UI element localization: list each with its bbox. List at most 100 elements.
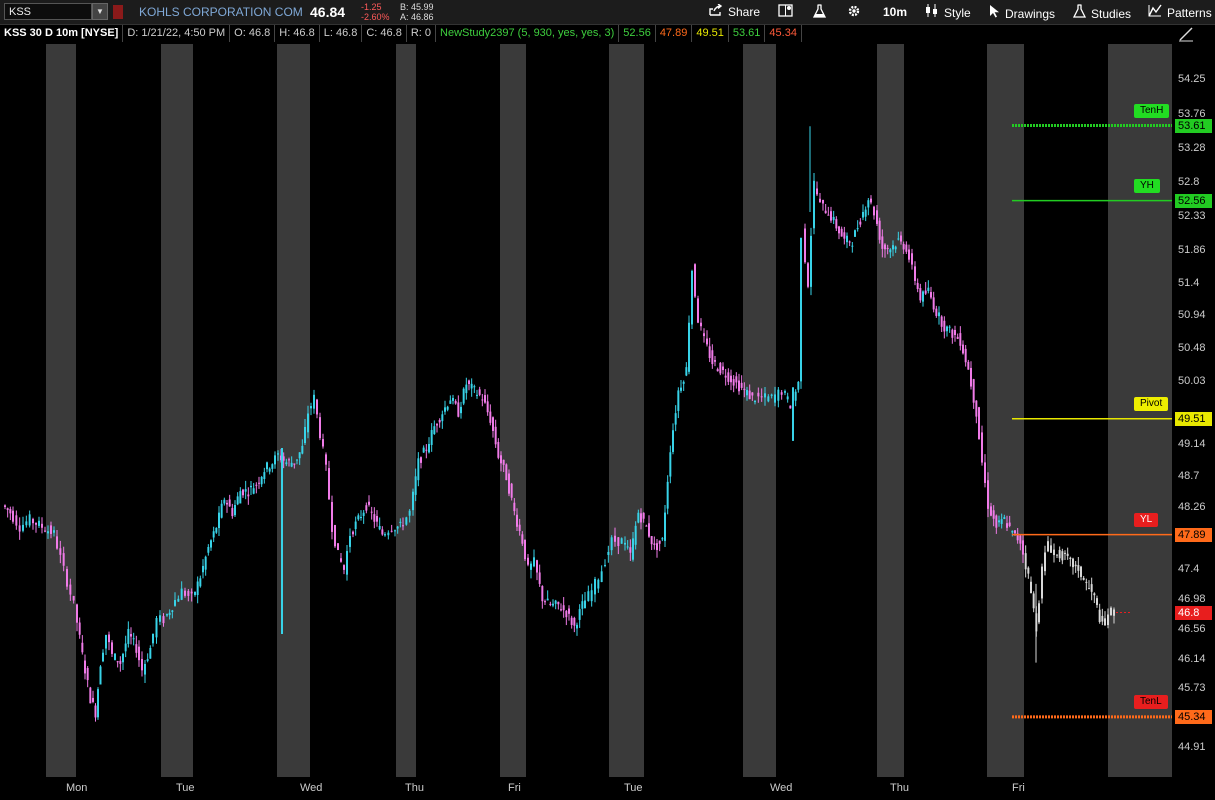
- candle-body: [648, 523, 650, 537]
- candle-body: [554, 600, 557, 604]
- time-tick-label: Thu: [890, 782, 909, 794]
- candle-body: [1041, 566, 1043, 599]
- candle-body: [656, 543, 658, 551]
- candle-body: [930, 292, 932, 298]
- flexible-grid-button[interactable]: [778, 4, 798, 20]
- candle-body: [956, 336, 959, 339]
- candle-body: [794, 391, 797, 401]
- candle-body: [851, 245, 854, 247]
- candle-body: [481, 399, 484, 401]
- candle-body: [730, 375, 732, 383]
- candle-body: [620, 538, 623, 544]
- candle-body: [196, 581, 199, 595]
- candle-body: [376, 515, 378, 522]
- last-price: 46.84: [310, 4, 346, 20]
- price-axis-marker-tenl: 45.34: [1175, 709, 1212, 724]
- patterns-button[interactable]: Patterns: [1148, 4, 1212, 20]
- candle-body: [457, 402, 460, 417]
- candle-body: [889, 249, 892, 253]
- candle-body: [607, 551, 610, 555]
- candle-body: [441, 414, 444, 422]
- timeframe-button[interactable]: 10m: [883, 4, 907, 20]
- candle-body: [223, 499, 226, 504]
- candle-body: [932, 297, 935, 310]
- candle-body: [751, 392, 754, 396]
- candle-body: [813, 180, 815, 229]
- candle-body: [935, 308, 938, 316]
- candle-body: [492, 417, 494, 431]
- study-name[interactable]: NewStudy2397 (5, 930, yes, yes, 3): [436, 25, 620, 42]
- study-value-tenl: 45.34: [765, 25, 802, 42]
- candle-body: [239, 491, 242, 504]
- candle-body: [940, 316, 943, 327]
- candle-body: [780, 392, 783, 395]
- drawing-tool-button[interactable]: [1178, 26, 1196, 42]
- candle-body: [1058, 549, 1061, 559]
- candle-body: [570, 617, 573, 625]
- candle-body: [387, 532, 390, 536]
- candle-body: [922, 291, 924, 302]
- candle-body: [680, 387, 682, 391]
- share-button[interactable]: Share: [709, 3, 760, 20]
- session-shade: [46, 44, 76, 777]
- candle-body: [884, 244, 886, 250]
- candle-body: [86, 668, 89, 681]
- study-value-tenh: 53.61: [729, 25, 766, 42]
- candle-body: [255, 484, 258, 486]
- candle-body: [9, 509, 12, 514]
- candle-body: [1011, 530, 1014, 533]
- price-tick-label: 48.26: [1178, 501, 1206, 514]
- candle-body: [867, 200, 870, 208]
- candle-body: [202, 565, 204, 573]
- symbol-dropdown-button[interactable]: ▼: [92, 3, 108, 20]
- session-shade: [500, 44, 526, 777]
- studies-button[interactable]: Studies: [1072, 4, 1131, 21]
- candle-body: [250, 485, 252, 488]
- candle-body: [465, 384, 468, 394]
- candle-body: [743, 388, 746, 390]
- candle-body: [293, 463, 296, 465]
- patterns-icon: [1148, 4, 1162, 21]
- session-shade: [877, 44, 904, 777]
- time-tick-label: Wed: [300, 782, 323, 794]
- bid-ask: B: 45.99 A: 46.86: [400, 2, 434, 22]
- price-chart[interactable]: [4, 44, 1172, 777]
- gear-icon: [847, 4, 861, 22]
- candle-body: [946, 326, 948, 332]
- candle-body: [226, 502, 228, 505]
- candle-body: [951, 329, 954, 338]
- candle-body: [900, 235, 902, 242]
- settings-button[interactable]: [847, 4, 866, 20]
- symbol-input[interactable]: KSS: [4, 3, 92, 20]
- link-color-tag[interactable]: [113, 5, 123, 19]
- candle-body: [212, 531, 215, 538]
- drawings-button[interactable]: Drawings: [989, 4, 1055, 21]
- candle-body: [124, 643, 127, 652]
- price-tick-label: 48.7: [1178, 469, 1200, 482]
- level-label-tenh: TenH: [1134, 103, 1170, 118]
- candle-body: [231, 508, 234, 517]
- style-button[interactable]: Style: [925, 4, 971, 20]
- candle-body: [562, 605, 565, 611]
- candle-body: [881, 236, 884, 249]
- candle-body: [28, 514, 31, 526]
- studies-lab-button[interactable]: [812, 4, 831, 20]
- candle-body: [521, 534, 524, 544]
- candle-body: [908, 249, 910, 260]
- candle-body: [706, 338, 708, 345]
- candle-body: [544, 601, 546, 603]
- chart-info-bar: KSS 30 D 10m [NYSE] D: 1/21/22, 4:50 PM O:…: [0, 25, 1175, 42]
- session-shade: [609, 44, 644, 777]
- candle-body: [1064, 552, 1066, 554]
- candle-body: [180, 588, 183, 600]
- candle-body: [927, 287, 930, 291]
- candle-body: [247, 494, 250, 497]
- candle-body: [234, 505, 236, 516]
- candle-body: [102, 652, 104, 662]
- candle-body: [505, 464, 508, 481]
- candle-body: [288, 459, 290, 461]
- candle-body: [72, 595, 75, 601]
- candle-body: [645, 525, 648, 527]
- candle-body: [428, 443, 430, 453]
- candle-body: [412, 491, 414, 511]
